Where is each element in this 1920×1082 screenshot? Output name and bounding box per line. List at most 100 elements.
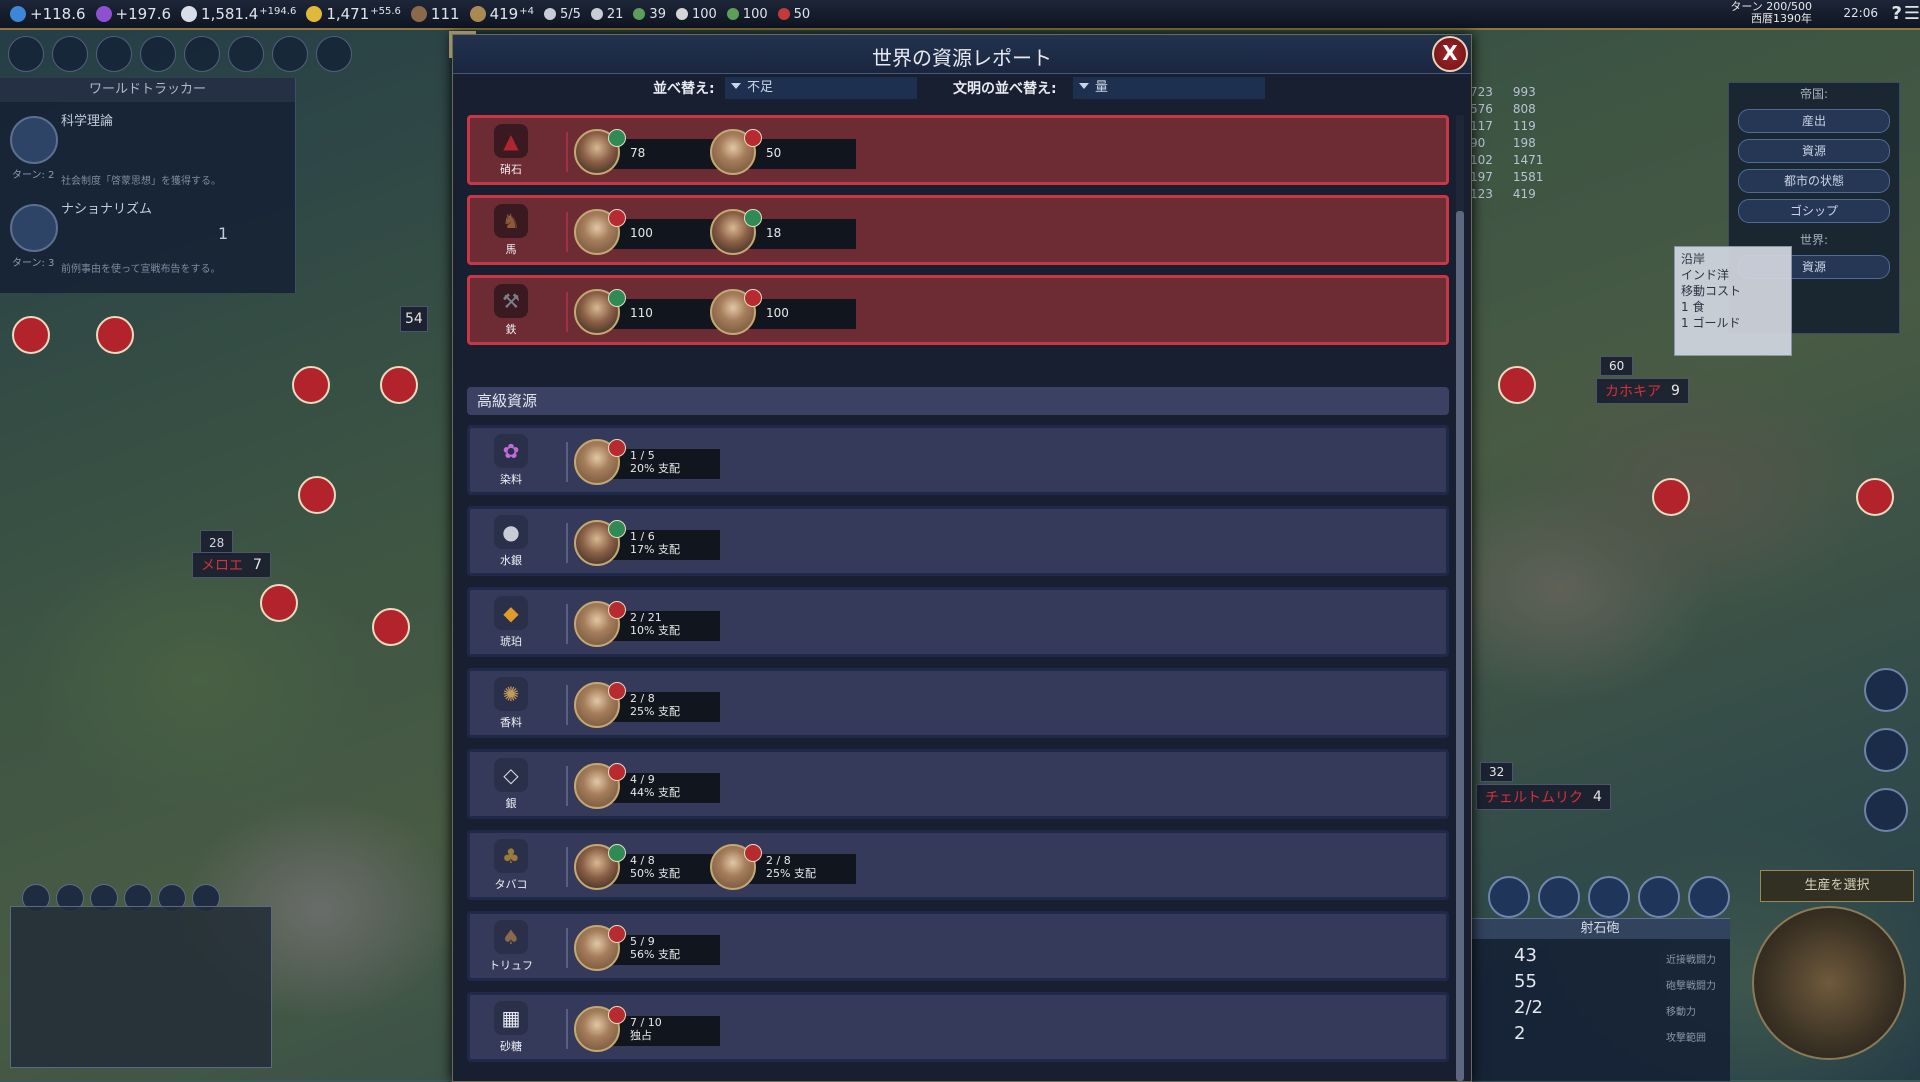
city-strength-chertomlyk[interactable]: 32 — [1480, 762, 1514, 782]
trade-icon[interactable] — [316, 36, 352, 72]
output-report-button[interactable]: 産出 — [1738, 109, 1890, 133]
enemy-unit-icon[interactable] — [1856, 478, 1894, 516]
governors-stat[interactable]: 21 — [590, 7, 623, 22]
civ-holding-entry[interactable]: 100 — [710, 287, 856, 335]
civ-holding-entry[interactable]: 4 / 8 50% 支配 — [574, 842, 720, 890]
city-banner-cahokia[interactable]: カホキア 9 — [1596, 378, 1689, 404]
civ-holding-entry[interactable]: 1 / 6 17% 支配 — [574, 518, 720, 566]
resource-row[interactable]: ▦ 砂糖 7 / 10 独占 — [467, 992, 1449, 1062]
culture-stat[interactable]: +197.6 — [95, 5, 171, 23]
enemy-unit-icon[interactable] — [380, 366, 418, 404]
leader-portrait[interactable] — [574, 763, 626, 809]
city-banner-meroe-name[interactable]: メロエ 7 — [192, 552, 271, 578]
resource-row[interactable]: ● 水銀 1 / 6 17% 支配 — [467, 506, 1449, 576]
resource-row[interactable]: ♞ 馬 100 18 — [467, 195, 1449, 265]
sort-dropdown[interactable]: 不足 — [725, 77, 917, 99]
civ-holding-entry[interactable]: 50 — [710, 127, 856, 175]
leader-portrait[interactable] — [574, 925, 626, 971]
enemy-unit-icon[interactable] — [1498, 366, 1536, 404]
envoys-stat[interactable]: 419 +4 — [469, 5, 534, 23]
enemy-unit-icon[interactable] — [1652, 478, 1690, 516]
resource-list[interactable]: ▲ 硝石 78 50 ♞ 馬 100 18 ⚒ 鉄 110 100 高級資源 ✿ 染料 1 / 5 20% 支配… — [467, 115, 1449, 1081]
unit-list-icon[interactable] — [1864, 668, 1908, 712]
civ-holding-entry[interactable]: 100 — [574, 207, 720, 255]
civics-tree-icon[interactable] — [52, 36, 88, 72]
religion-icon[interactable] — [140, 36, 176, 72]
research-tracker[interactable]: 科学理論 ターン: 2 社会制度「啓蒙思想」を獲得する。 — [6, 108, 289, 190]
empire-resources-button[interactable]: 資源 — [1738, 139, 1890, 163]
select-production-button[interactable]: 生産を選択 — [1760, 870, 1914, 902]
resource-row[interactable]: ✿ 染料 1 / 5 20% 支配 — [467, 425, 1449, 495]
resource-row[interactable]: ⚒ 鉄 110 100 — [467, 275, 1449, 345]
enemy-unit-icon[interactable] — [372, 608, 410, 646]
great-people-icon[interactable] — [184, 36, 220, 72]
civ-holding-entry[interactable]: 2 / 8 25% 支配 — [710, 842, 856, 890]
resource-row[interactable]: ◆ 琥珀 2 / 21 10% 支配 — [467, 587, 1449, 657]
resource-stat-3[interactable]: 100 — [726, 7, 768, 22]
resource-row[interactable]: ♠ トリュフ 5 / 9 56% 支配 — [467, 911, 1449, 981]
move-icon[interactable] — [1538, 876, 1580, 918]
city-strength-cahokia[interactable]: 60 — [1600, 356, 1634, 376]
resource-row[interactable]: ▲ 硝石 78 50 — [467, 115, 1449, 185]
menu-button[interactable]: ☰ — [1904, 3, 1920, 24]
fortify-icon[interactable] — [1588, 876, 1630, 918]
leader-portrait[interactable] — [710, 129, 762, 175]
leader-portrait[interactable] — [574, 1006, 626, 1052]
enemy-unit-icon[interactable] — [12, 316, 50, 354]
science-tree-icon[interactable] — [8, 36, 44, 72]
resource-stat-1[interactable]: 39 — [633, 7, 666, 22]
civ-holding-entry[interactable]: 18 — [710, 207, 856, 255]
help-button[interactable]: ? — [1892, 3, 1902, 24]
leader-portrait[interactable] — [574, 601, 626, 647]
leader-portrait[interactable] — [574, 682, 626, 728]
civ-holding-entry[interactable]: 4 / 9 44% 支配 — [574, 761, 720, 809]
leader-portrait[interactable] — [710, 289, 762, 335]
enemy-unit-icon[interactable] — [292, 366, 330, 404]
alert-icon[interactable] — [1688, 876, 1730, 918]
leader-portrait[interactable] — [574, 844, 626, 890]
great-works-icon[interactable] — [228, 36, 264, 72]
city-list-icon[interactable] — [1864, 728, 1908, 772]
trade-routes-stat[interactable]: 5/5 — [543, 7, 581, 22]
civ-holding-entry[interactable]: 78 — [574, 127, 720, 175]
resource-row[interactable]: ◇ 銀 4 / 9 44% 支配 — [467, 749, 1449, 819]
minimap[interactable] — [10, 906, 272, 1068]
resource-stat-4[interactable]: 50 — [777, 7, 810, 22]
city-banner-chertomlyk[interactable]: チェルトムリク 4 — [1476, 784, 1611, 810]
civ-holding-entry[interactable]: 7 / 10 独占 — [574, 1004, 720, 1052]
leader-portrait[interactable] — [574, 289, 626, 335]
leader-portrait[interactable] — [574, 129, 626, 175]
leader-portrait[interactable] — [574, 439, 626, 485]
tourism-stat[interactable]: 111 — [410, 5, 460, 23]
leader-portrait[interactable] — [574, 209, 626, 255]
civ-holding-entry[interactable]: 5 / 9 56% 支配 — [574, 923, 720, 971]
leader-portrait[interactable] — [710, 844, 762, 890]
resource-row[interactable]: ✺ 香料 2 / 8 25% 支配 — [467, 668, 1449, 738]
enemy-unit-icon[interactable] — [260, 584, 298, 622]
great-person-icon[interactable] — [1864, 788, 1908, 832]
enemy-unit-icon[interactable] — [298, 476, 336, 514]
climate-icon[interactable] — [272, 36, 308, 72]
resource-stat-2[interactable]: 100 — [675, 7, 717, 22]
world-tracker-title[interactable]: ワールドトラッカー — [0, 78, 295, 102]
civ-holding-entry[interactable]: 1 / 5 20% 支配 — [574, 437, 720, 485]
leader-portrait[interactable] — [710, 209, 762, 255]
scrollbar-thumb[interactable] — [1456, 211, 1464, 1081]
government-icon[interactable] — [96, 36, 132, 72]
faith-stat[interactable]: 1,581.4 +194.6 — [181, 5, 296, 23]
skip-turn-icon[interactable] — [1488, 876, 1530, 918]
close-button[interactable]: X — [1432, 36, 1468, 72]
unit-stack-badge[interactable]: 54 — [400, 306, 428, 332]
civic-tracker[interactable]: ナショナリズム 1 ターン: 3 前例事由を使って宣戦布告をする。 — [6, 196, 289, 278]
civ-holding-entry[interactable]: 2 / 21 10% 支配 — [574, 599, 720, 647]
gossip-button[interactable]: ゴシップ — [1738, 199, 1890, 223]
civ-sort-dropdown[interactable]: 量 — [1073, 77, 1265, 99]
resource-row[interactable]: ♣ タバコ 4 / 8 50% 支配 2 / 8 25% 支配 — [467, 830, 1449, 900]
sleep-icon[interactable] — [1638, 876, 1680, 918]
civ-holding-entry[interactable]: 110 — [574, 287, 720, 335]
civ-holding-entry[interactable]: 2 / 8 25% 支配 — [574, 680, 720, 728]
next-turn-button[interactable] — [1752, 906, 1906, 1060]
city-status-button[interactable]: 都市の状態 — [1738, 169, 1890, 193]
leader-portrait[interactable] — [574, 520, 626, 566]
science-stat[interactable]: +118.6 — [10, 5, 86, 23]
